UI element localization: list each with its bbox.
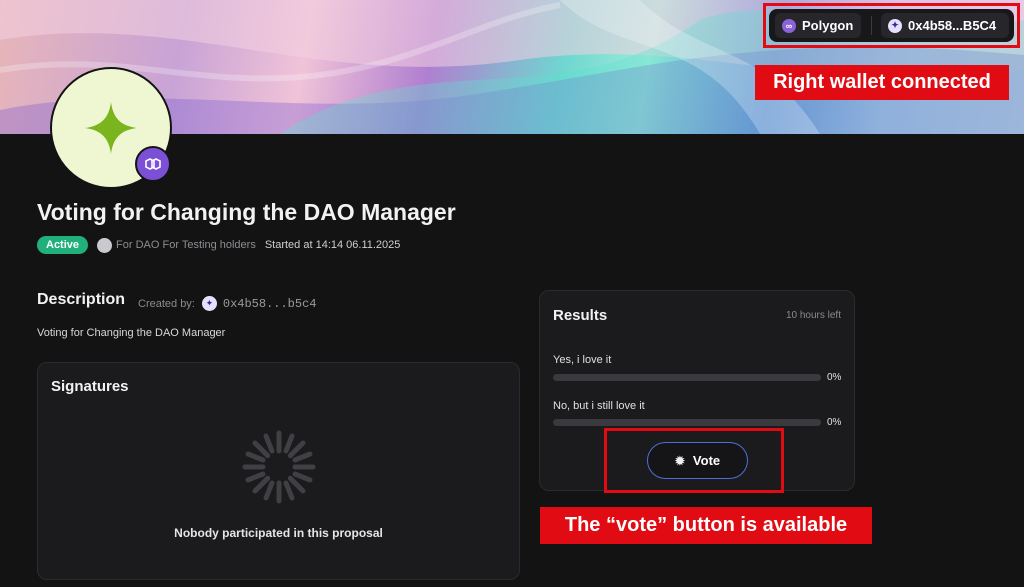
creator-address[interactable]: 0x4b58...b5c4 bbox=[223, 297, 317, 311]
time-left: 10 hours left bbox=[785, 310, 841, 321]
option-progress-bar bbox=[553, 374, 821, 381]
results-heading: Results bbox=[553, 307, 608, 324]
description-heading: Description bbox=[37, 291, 126, 308]
signatures-heading: Signatures bbox=[51, 378, 129, 395]
audience-text: For DAO For Testing holders bbox=[116, 239, 256, 251]
loading-spinner-icon bbox=[242, 430, 316, 504]
description-text: Voting for Changing the DAO Manager bbox=[37, 327, 226, 339]
creator-avatar-icon: ✦ bbox=[201, 296, 217, 311]
option-progress-bar bbox=[553, 419, 821, 426]
dao-icon bbox=[97, 237, 113, 253]
wallet-highlight-box bbox=[763, 3, 1020, 48]
created-by: Created by: ✦ 0x4b58...b5c4 bbox=[138, 296, 317, 311]
proposal-title: Voting for Changing the DAO Manager bbox=[37, 199, 456, 225]
polygon-icon bbox=[145, 158, 161, 170]
empty-state-text: Nobody participated in this proposal bbox=[174, 526, 383, 540]
polygon-network-badge bbox=[135, 146, 171, 182]
four-point-star-icon bbox=[85, 102, 137, 154]
wallet-annotation-label: Right wallet connected bbox=[755, 65, 1009, 100]
proposal-meta: Active For DAO For Testing holders Start… bbox=[37, 236, 400, 254]
vote-highlight-box bbox=[604, 428, 784, 493]
created-by-label: Created by: bbox=[138, 297, 195, 310]
status-badge: Active bbox=[37, 236, 89, 254]
vote-annotation-label: The “vote” button is available bbox=[540, 507, 872, 544]
option-label: Yes, i love it bbox=[553, 354, 612, 366]
option-percent: 0% bbox=[827, 372, 842, 383]
option-percent: 0% bbox=[827, 417, 842, 428]
signatures-panel: Signatures Nobody participated in this p… bbox=[37, 362, 520, 580]
start-time: Started at 14:14 06.11.2025 bbox=[264, 239, 401, 251]
option-label: No, but i still love it bbox=[553, 400, 645, 412]
